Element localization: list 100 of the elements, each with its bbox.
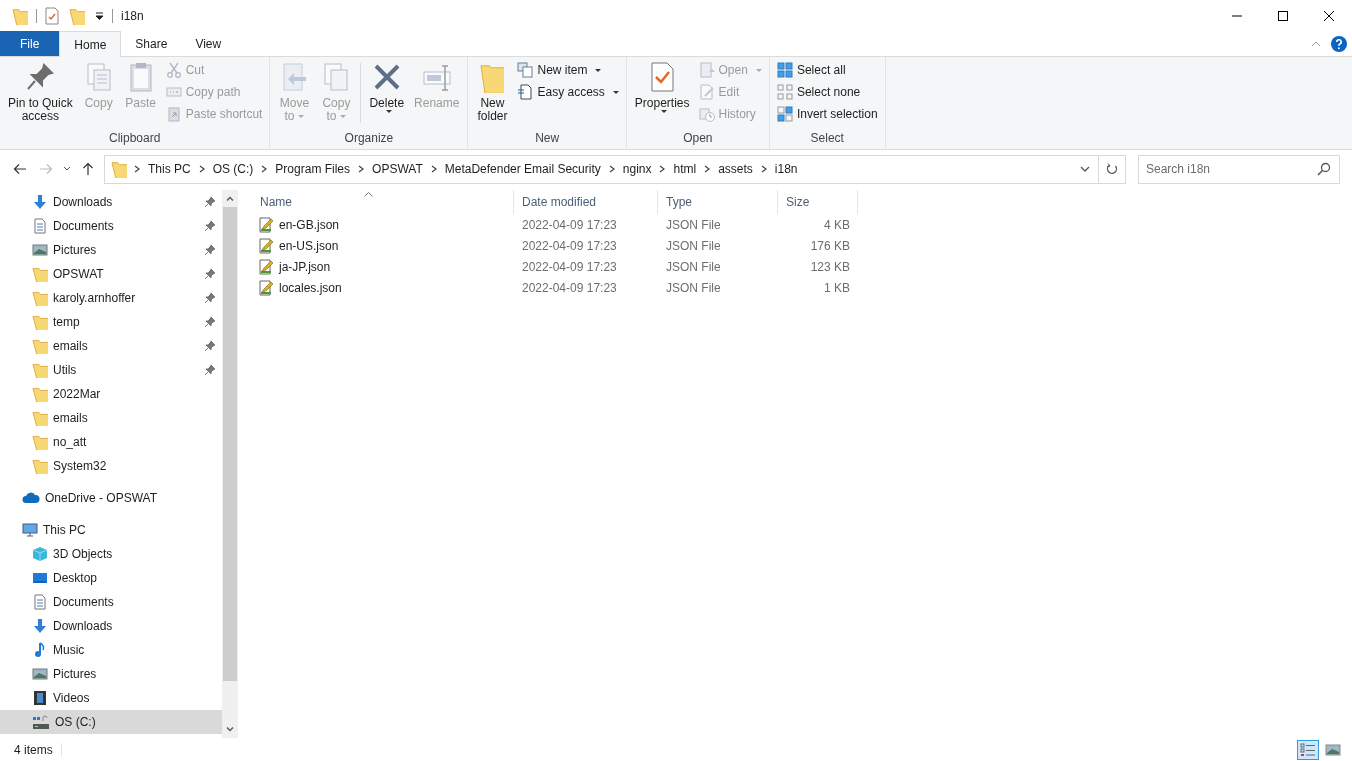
nav-item[interactable]: Pictures xyxy=(0,238,222,262)
scrollbar[interactable] xyxy=(222,190,238,738)
address-bar[interactable]: This PC OS (C:) Program Files OPSWAT MetaDefender Email Security nginx html assets i18n xyxy=(104,154,1126,184)
nav-item[interactable]: Documents xyxy=(0,214,222,238)
nav-item[interactable]: Downloads xyxy=(0,614,222,638)
path-icon xyxy=(165,84,182,100)
breadcrumb[interactable]: assets xyxy=(717,160,754,178)
nav-item[interactable]: emails xyxy=(0,406,222,430)
ribbon-tab[interactable]: Share xyxy=(121,31,182,56)
folder-icon xyxy=(32,314,48,330)
nav-item[interactable]: System32 xyxy=(0,454,222,478)
film-icon xyxy=(32,690,48,706)
sort-ascending-icon xyxy=(364,192,373,197)
folder-icon xyxy=(12,6,28,25)
breadcrumb[interactable]: i18n xyxy=(773,160,799,178)
nav-item[interactable]: Music xyxy=(0,638,222,662)
back-arrow-icon xyxy=(13,163,27,175)
breadcrumb[interactable]: OS (C:) xyxy=(211,160,255,178)
type-cell-text: JSON File xyxy=(665,238,722,253)
nav-item[interactable]: OPSWAT xyxy=(0,262,222,286)
folder-icon xyxy=(69,6,85,25)
ribbon-tab[interactable]: Home xyxy=(59,31,122,57)
folder-icon xyxy=(32,338,48,354)
file-name[interactable]: locales.json xyxy=(279,280,342,295)
folder-icon xyxy=(32,386,48,402)
new-item-icon xyxy=(517,62,534,78)
view-button[interactable] xyxy=(1297,739,1319,760)
nav-item[interactable]: Utils xyxy=(0,358,222,382)
ribbon-button[interactable]: Select none xyxy=(773,83,881,101)
ribbon-button[interactable]: Delete xyxy=(365,59,409,115)
date-cell-text: 2022-04-09 17:23 xyxy=(521,238,618,253)
ribbon-button[interactable]: Select all xyxy=(773,61,881,79)
nav-item[interactable]: temp xyxy=(0,310,222,334)
column-header[interactable]: Name xyxy=(252,190,514,214)
help-button[interactable] xyxy=(1331,35,1347,52)
breadcrumb[interactable]: OPSWAT xyxy=(371,160,424,178)
folder-icon xyxy=(32,266,48,282)
nav-item[interactable]: This PC xyxy=(0,518,222,542)
column-header[interactable]: Date modified xyxy=(514,190,658,214)
nav-item[interactable]: Desktop xyxy=(0,566,222,590)
nav-item[interactable]: Videos xyxy=(0,686,222,710)
file-name[interactable]: en-US.json xyxy=(279,238,339,253)
toolbar-button[interactable] xyxy=(93,9,106,22)
nav-item[interactable]: Documents xyxy=(0,590,222,614)
nav-item[interactable]: 3D Objects xyxy=(0,542,222,566)
chevron-down-icon xyxy=(63,166,71,172)
nav-item[interactable]: OneDrive - OPSWAT xyxy=(0,486,222,510)
large-icons-view-icon xyxy=(1325,743,1341,756)
pin-icon xyxy=(204,244,216,256)
column-header[interactable]: Size xyxy=(778,190,858,214)
pin-icon xyxy=(204,292,216,304)
chevron-icon xyxy=(607,164,616,174)
size-cell-text: 1 KB xyxy=(823,280,851,295)
chevron-icon xyxy=(197,164,206,174)
ribbon-button[interactable]: Pin to Quick access xyxy=(4,59,77,125)
search-field[interactable]: Search i18n xyxy=(1138,154,1340,184)
nav-item[interactable]: Downloads xyxy=(0,190,222,214)
breadcrumb[interactable]: nginx xyxy=(621,160,653,178)
nav-item[interactable]: 2022Mar xyxy=(0,382,222,406)
file-name[interactable]: en-GB.json xyxy=(279,217,340,232)
folder-icon xyxy=(32,362,48,378)
column-header[interactable]: Type xyxy=(658,190,778,214)
document-icon xyxy=(517,84,534,100)
group-label: Organize xyxy=(343,130,395,147)
pin-icon xyxy=(204,268,216,280)
open-icon xyxy=(698,62,715,78)
ribbon-tab[interactable]: View xyxy=(181,31,236,56)
folder-icon xyxy=(32,290,48,306)
ribbon-button[interactable]: New item xyxy=(514,61,622,79)
pin-icon xyxy=(204,220,216,232)
nav-item[interactable]: Pictures xyxy=(0,662,222,686)
json-file-icon xyxy=(258,258,274,275)
download-icon xyxy=(32,194,48,210)
download-icon xyxy=(32,618,48,634)
ribbon-button[interactable]: Easy access xyxy=(514,83,622,101)
folder-icon xyxy=(32,410,48,426)
nav-item[interactable]: OS (C:) xyxy=(0,710,222,734)
ribbon-tab[interactable]: File xyxy=(0,31,60,56)
window-title: i18n xyxy=(121,8,144,23)
breadcrumb[interactable]: MetaDefender Email Security xyxy=(443,160,602,178)
ribbon-button[interactable]: Invert selection xyxy=(773,105,881,123)
check-document-icon xyxy=(45,6,59,25)
ribbon-button[interactable]: Properties xyxy=(630,59,694,115)
file-name[interactable]: ja-JP.json xyxy=(279,259,331,274)
breadcrumb[interactable]: html xyxy=(672,160,698,178)
search-icon xyxy=(1317,161,1331,176)
grid-icon xyxy=(776,84,793,100)
chevron-up-icon xyxy=(226,196,234,201)
shortcut-icon xyxy=(165,106,182,122)
picture-icon xyxy=(32,242,48,258)
ribbon-button[interactable]: New folder xyxy=(472,59,513,125)
computer-icon xyxy=(22,522,38,538)
collapse-ribbon-button[interactable] xyxy=(1311,40,1321,47)
folder-icon xyxy=(32,434,48,450)
breadcrumb[interactable]: This PC xyxy=(147,160,192,178)
clock-icon xyxy=(698,106,715,122)
nav-item[interactable]: no_att xyxy=(0,430,222,454)
nav-item[interactable]: emails xyxy=(0,334,222,358)
nav-item[interactable]: karoly.arnhoffer xyxy=(0,286,222,310)
breadcrumb[interactable]: Program Files xyxy=(274,160,352,178)
